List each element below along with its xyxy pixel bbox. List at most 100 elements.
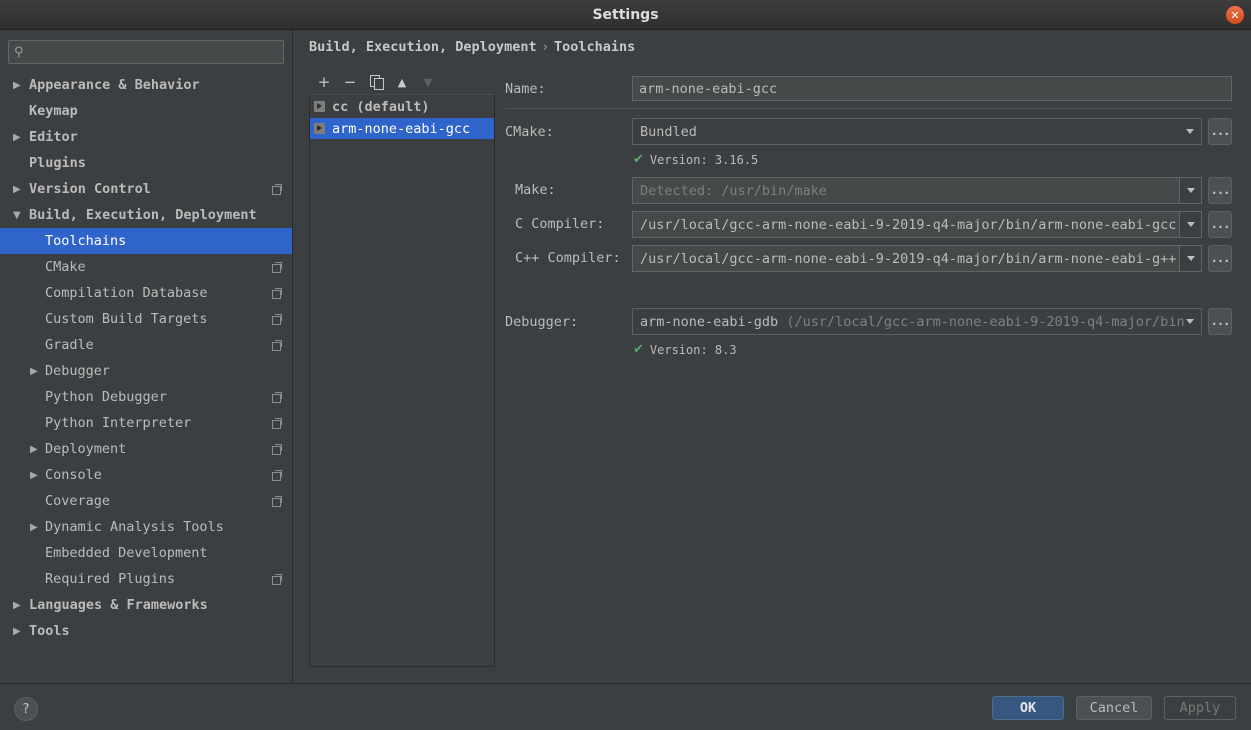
sidebar-item-python-interpreter[interactable]: Python Interpreter — [0, 410, 292, 436]
chevron-down-icon[interactable] — [1179, 246, 1201, 271]
name-field[interactable]: arm-none-eabi-gcc — [632, 76, 1232, 101]
checkmark-icon: ✔ — [633, 152, 644, 167]
breadcrumb-separator: › — [542, 39, 548, 55]
title-bar: Settings ✕ — [0, 0, 1251, 30]
sidebar-item-appearance[interactable]: ▶ Appearance & Behavior — [0, 72, 292, 98]
debugger-browse-button[interactable]: ... — [1208, 308, 1232, 335]
expand-arrow-icon[interactable]: ▶ — [30, 522, 38, 533]
sidebar-item-embedded-development[interactable]: Embedded Development — [0, 540, 292, 566]
apply-button[interactable]: Apply — [1164, 696, 1236, 720]
help-button[interactable]: ? — [14, 697, 38, 721]
sidebar-item-build-execution-deployment[interactable]: ▼ Build, Execution, Deployment — [0, 202, 292, 228]
cmake-browse-button[interactable]: ... — [1208, 118, 1232, 145]
toolchain-label: arm-none-eabi-gcc — [332, 120, 471, 137]
project-level-icon — [272, 392, 282, 403]
sidebar-item-debugger[interactable]: ▶ Debugger — [0, 358, 292, 384]
cpp-compiler-browse-button[interactable]: ... — [1208, 245, 1232, 272]
sidebar-item-python-debugger[interactable]: Python Debugger — [0, 384, 292, 410]
expand-arrow-icon[interactable]: ▶ — [13, 600, 21, 611]
move-down-button[interactable]: ▼ — [419, 73, 437, 91]
expand-arrow-icon[interactable]: ▶ — [30, 444, 38, 455]
collapse-arrow-icon[interactable]: ▼ — [13, 210, 21, 221]
toolchain-item-cc[interactable]: cc (default) — [310, 96, 494, 117]
make-browse-button[interactable]: ... — [1208, 177, 1232, 204]
sidebar-item-plugins[interactable]: Plugins — [0, 150, 292, 176]
search-box[interactable]: ⚲ — [8, 40, 284, 64]
copy-toolchain-button[interactable] — [367, 73, 385, 91]
sidebar-item-label: Python Interpreter — [45, 415, 192, 431]
sidebar-item-label: Editor — [29, 129, 78, 145]
cpp-compiler-combo[interactable]: /usr/local/gcc-arm-none-eabi-9-2019-q4-m… — [632, 245, 1202, 272]
chevron-down-icon[interactable] — [1179, 212, 1201, 237]
minus-icon: − — [343, 72, 357, 91]
sidebar-item-custom-build-targets[interactable]: Custom Build Targets — [0, 306, 292, 332]
breadcrumb-current: Toolchains — [553, 39, 636, 55]
c-compiler-value: /usr/local/gcc-arm-none-eabi-9-2019-q4-m… — [640, 216, 1177, 233]
make-combo[interactable]: Detected: /usr/bin/make — [632, 177, 1202, 204]
sidebar-item-label: Deployment — [45, 441, 127, 457]
project-level-icon — [272, 418, 282, 429]
project-level-icon — [272, 470, 282, 481]
sidebar-item-languages-frameworks[interactable]: ▶ Languages & Frameworks — [0, 592, 292, 618]
sidebar-item-gradle[interactable]: Gradle — [0, 332, 292, 358]
plus-icon: + — [317, 72, 331, 91]
toolchains-list[interactable]: cc (default) arm-none-eabi-gcc — [309, 94, 495, 667]
search-input[interactable] — [27, 44, 268, 60]
sidebar-item-label: Version Control — [29, 181, 151, 197]
sidebar-item-coverage[interactable]: Coverage — [0, 488, 292, 514]
expand-arrow-icon[interactable]: ▶ — [13, 80, 21, 91]
sidebar-item-cmake[interactable]: CMake — [0, 254, 292, 280]
make-label: Make: — [515, 182, 556, 198]
checkmark-icon: ✔ — [633, 342, 644, 357]
chevron-down-icon[interactable] — [1179, 309, 1201, 334]
sidebar-item-label: Debugger — [45, 363, 111, 379]
cmake-label: CMake: — [505, 124, 554, 140]
cmake-version-text: Version: 3.16.5 — [649, 152, 759, 167]
debugger-select[interactable]: arm-none-eabi-gdb (/usr/local/gcc-arm-no… — [632, 308, 1202, 335]
sidebar-item-required-plugins[interactable]: Required Plugins — [0, 566, 292, 592]
add-toolchain-button[interactable]: + — [315, 73, 333, 91]
expand-arrow-icon[interactable]: ▶ — [13, 132, 21, 143]
name-label: Name: — [505, 81, 546, 97]
sidebar-item-version-control[interactable]: ▶ Version Control — [0, 176, 292, 202]
cancel-button[interactable]: Cancel — [1076, 696, 1152, 720]
expand-arrow-icon[interactable]: ▶ — [30, 366, 38, 377]
c-compiler-browse-button[interactable]: ... — [1208, 211, 1232, 238]
cmake-value: Bundled — [640, 123, 697, 140]
c-compiler-label: C Compiler: — [515, 216, 605, 232]
move-up-button[interactable]: ▲ — [393, 73, 411, 91]
sidebar-item-dynamic-analysis-tools[interactable]: ▶ Dynamic Analysis Tools — [0, 514, 292, 540]
sidebar-item-toolchains[interactable]: Toolchains — [0, 228, 292, 254]
sidebar-item-console[interactable]: ▶ Console — [0, 462, 292, 488]
expand-arrow-icon[interactable]: ▶ — [30, 470, 38, 481]
sidebar-item-compilation-database[interactable]: Compilation Database — [0, 280, 292, 306]
close-button[interactable]: ✕ — [1226, 6, 1244, 24]
arrow-down-icon: ▼ — [423, 75, 433, 89]
sidebar-item-keymap[interactable]: Keymap — [0, 98, 292, 124]
chevron-down-icon[interactable] — [1179, 178, 1201, 203]
c-compiler-combo[interactable]: /usr/local/gcc-arm-none-eabi-9-2019-q4-m… — [632, 211, 1202, 238]
cmake-select[interactable]: Bundled — [632, 118, 1202, 145]
remove-toolchain-button[interactable]: − — [341, 73, 359, 91]
expand-arrow-icon[interactable]: ▶ — [13, 184, 21, 195]
ok-button[interactable]: OK — [992, 696, 1064, 720]
sidebar-item-deployment[interactable]: ▶ Deployment — [0, 436, 292, 462]
close-icon: ✕ — [1230, 8, 1240, 22]
debugger-path: (/usr/local/gcc-arm-none-eabi-9-2019-q4-… — [786, 313, 1185, 330]
toolchain-item-arm-none-eabi-gcc[interactable]: arm-none-eabi-gcc — [310, 118, 494, 139]
cpp-compiler-value: /usr/local/gcc-arm-none-eabi-9-2019-q4-m… — [640, 250, 1177, 267]
sidebar-divider[interactable] — [292, 30, 293, 683]
sidebar-item-label: Dynamic Analysis Tools — [45, 519, 224, 535]
sidebar-item-label: Custom Build Targets — [45, 311, 208, 327]
sidebar-item-label: CMake — [45, 259, 86, 275]
search-icon: ⚲ — [14, 44, 24, 60]
sidebar-item-tools[interactable]: ▶ Tools — [0, 618, 292, 644]
sidebar-item-label: Python Debugger — [45, 389, 167, 405]
expand-arrow-icon[interactable]: ▶ — [13, 626, 21, 637]
sidebar-item-editor[interactable]: ▶ Editor — [0, 124, 292, 150]
toolchains-toolbar: + − ▲ ▼ — [309, 70, 495, 94]
breadcrumb-parent[interactable]: Build, Execution, Deployment — [309, 39, 537, 55]
form-separator — [505, 108, 1232, 109]
chevron-down-icon[interactable] — [1179, 119, 1201, 144]
project-level-icon — [272, 288, 282, 299]
